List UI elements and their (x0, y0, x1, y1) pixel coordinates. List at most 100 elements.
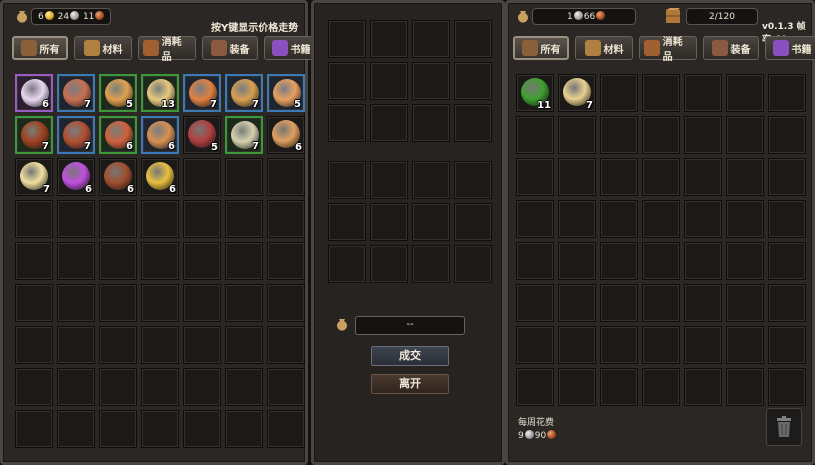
empty-slot[interactable] (412, 62, 450, 100)
empty-slot[interactable] (642, 326, 680, 364)
empty-slot[interactable] (99, 242, 137, 280)
empty-slot[interactable] (516, 326, 554, 364)
empty-slot[interactable] (370, 104, 408, 142)
empty-slot[interactable] (267, 284, 305, 322)
empty-slot[interactable] (600, 326, 638, 364)
empty-slot[interactable] (642, 74, 680, 112)
tab-bag[interactable]: 所有 (513, 36, 569, 60)
empty-slot[interactable] (57, 200, 95, 238)
empty-slot[interactable] (183, 326, 221, 364)
empty-slot[interactable] (412, 20, 450, 58)
empty-slot[interactable] (642, 158, 680, 196)
empty-slot[interactable] (684, 200, 722, 238)
empty-slot[interactable] (57, 326, 95, 364)
empty-slot[interactable] (558, 200, 596, 238)
empty-slot[interactable] (600, 74, 638, 112)
item-slot-purple-drink[interactable]: 6 (57, 158, 95, 196)
empty-slot[interactable] (99, 200, 137, 238)
empty-slot[interactable] (726, 116, 764, 154)
empty-slot[interactable] (600, 158, 638, 196)
tab-bag[interactable]: 所有 (12, 36, 68, 60)
empty-slot[interactable] (726, 158, 764, 196)
empty-slot[interactable] (15, 368, 53, 406)
trash-button[interactable] (766, 408, 802, 446)
empty-slot[interactable] (726, 326, 764, 364)
empty-slot[interactable] (516, 242, 554, 280)
empty-slot[interactable] (225, 410, 263, 448)
empty-slot[interactable] (684, 284, 722, 322)
tab-book[interactable]: 书籍 (264, 36, 318, 60)
item-slot-sausage-plate[interactable]: 7 (57, 116, 95, 154)
empty-slot[interactable] (328, 62, 366, 100)
item-slot-muffin[interactable]: 7 (57, 74, 95, 112)
item-slot-peas[interactable]: 11 (516, 74, 554, 112)
tab-armor[interactable]: 装备 (703, 36, 759, 60)
empty-slot[interactable] (328, 161, 366, 199)
empty-slot[interactable] (768, 74, 806, 112)
empty-slot[interactable] (141, 410, 179, 448)
empty-slot[interactable] (183, 242, 221, 280)
item-slot-noodle-plate[interactable]: 7 (225, 74, 263, 112)
empty-slot[interactable] (726, 74, 764, 112)
empty-slot[interactable] (454, 245, 492, 283)
empty-slot[interactable] (454, 20, 492, 58)
empty-slot[interactable] (267, 200, 305, 238)
empty-slot[interactable] (99, 284, 137, 322)
empty-slot[interactable] (642, 368, 680, 406)
empty-slot[interactable] (225, 200, 263, 238)
empty-slot[interactable] (768, 200, 806, 238)
item-slot-cake-slice[interactable]: 6 (15, 74, 53, 112)
empty-slot[interactable] (558, 326, 596, 364)
empty-slot[interactable] (684, 74, 722, 112)
empty-slot[interactable] (600, 242, 638, 280)
empty-slot[interactable] (600, 284, 638, 322)
empty-slot[interactable] (225, 284, 263, 322)
empty-slot[interactable] (516, 200, 554, 238)
item-slot-pancakes[interactable]: 5 (99, 74, 137, 112)
empty-slot[interactable] (141, 242, 179, 280)
empty-slot[interactable] (183, 284, 221, 322)
empty-slot[interactable] (183, 368, 221, 406)
tab-armor[interactable]: 装备 (202, 36, 258, 60)
empty-slot[interactable] (370, 161, 408, 199)
empty-slot[interactable] (267, 368, 305, 406)
empty-slot[interactable] (684, 368, 722, 406)
item-slot-roast-meat[interactable]: 7 (15, 116, 53, 154)
tab-log[interactable]: 材料 (575, 36, 633, 60)
empty-slot[interactable] (642, 200, 680, 238)
empty-slot[interactable] (328, 20, 366, 58)
empty-slot[interactable] (225, 368, 263, 406)
empty-slot[interactable] (267, 410, 305, 448)
empty-slot[interactable] (558, 116, 596, 154)
empty-slot[interactable] (412, 104, 450, 142)
empty-slot[interactable] (558, 284, 596, 322)
empty-slot[interactable] (370, 20, 408, 58)
empty-slot[interactable] (600, 116, 638, 154)
empty-slot[interactable] (726, 368, 764, 406)
empty-slot[interactable] (370, 245, 408, 283)
empty-slot[interactable] (370, 62, 408, 100)
empty-slot[interactable] (15, 326, 53, 364)
item-slot-soup[interactable]: 7 (15, 158, 53, 196)
empty-slot[interactable] (328, 245, 366, 283)
item-slot-fried-shrimp[interactable]: 6 (141, 116, 179, 154)
tab-log[interactable]: 材料 (74, 36, 132, 60)
empty-slot[interactable] (412, 203, 450, 241)
empty-slot[interactable] (642, 242, 680, 280)
empty-slot[interactable] (768, 284, 806, 322)
item-slot-salad[interactable]: 6 (99, 158, 137, 196)
empty-slot[interactable] (516, 284, 554, 322)
empty-slot[interactable] (183, 410, 221, 448)
empty-slot[interactable] (225, 326, 263, 364)
item-slot-pizza-plate[interactable]: 7 (183, 74, 221, 112)
tab-book[interactable]: 书籍 (765, 36, 815, 60)
empty-slot[interactable] (183, 158, 221, 196)
empty-slot[interactable] (141, 284, 179, 322)
empty-slot[interactable] (15, 200, 53, 238)
empty-slot[interactable] (141, 200, 179, 238)
tab-bowl[interactable]: 消耗品 (639, 36, 697, 63)
empty-slot[interactable] (57, 410, 95, 448)
empty-slot[interactable] (57, 242, 95, 280)
empty-slot[interactable] (15, 284, 53, 322)
empty-slot[interactable] (15, 410, 53, 448)
